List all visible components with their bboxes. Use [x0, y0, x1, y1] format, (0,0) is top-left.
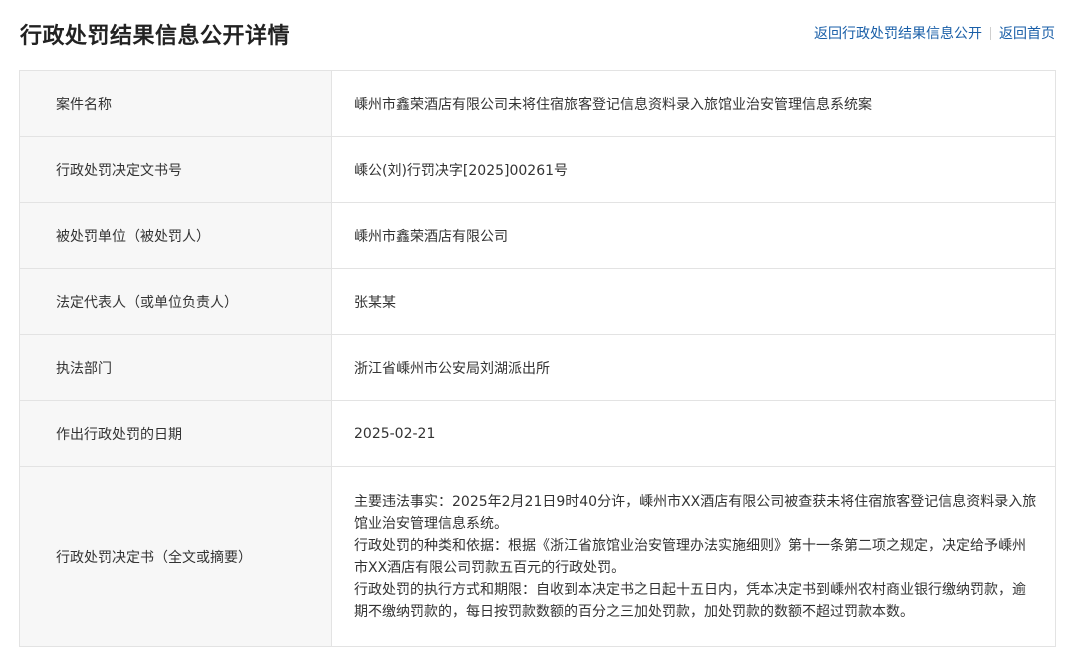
row-value: 张某某: [354, 294, 396, 311]
page-header: 行政处罚结果信息公开详情 返回行政处罚结果信息公开 返回首页: [0, 0, 1068, 66]
table-row-penalty-date: 作出行政处罚的日期 2025-02-21: [20, 401, 1055, 467]
row-label: 执法部门: [20, 335, 332, 400]
decision-paragraph-facts: 主要违法事实：2025年2月21日9时40分许，嵊州市XX酒店有限公司被查获未将…: [354, 494, 1037, 532]
decision-paragraph-basis: 行政处罚的种类和依据：根据《浙江省旅馆业治安管理办法实施细则》第十一条第二项之规…: [354, 538, 1026, 576]
decision-paragraph-execution: 行政处罚的执行方式和期限：自收到本决定书之日起十五日内，凭本决定书到嵊州农村商业…: [354, 582, 1026, 620]
row-value: 嵊州市鑫荣酒店有限公司未将住宿旅客登记信息资料录入旅馆业治安管理信息系统案: [354, 96, 872, 113]
table-row-enforcement-department: 执法部门 浙江省嵊州市公安局刘湖派出所: [20, 335, 1055, 401]
decision-text: 主要违法事实：2025年2月21日9时40分许，嵊州市XX酒店有限公司被查获未将…: [332, 467, 1055, 646]
table-row-case-name: 案件名称 嵊州市鑫荣酒店有限公司未将住宿旅客登记信息资料录入旅馆业治安管理信息系…: [20, 71, 1055, 137]
table-row-document-number: 行政处罚决定文书号 嵊公(刘)行罚决字[2025]00261号: [20, 137, 1055, 203]
back-to-list-link[interactable]: 返回行政处罚结果信息公开: [814, 23, 982, 43]
table-row-penalized-party: 被处罚单位（被处罚人） 嵊州市鑫荣酒店有限公司: [20, 203, 1055, 269]
table-row-penalty-decision: 行政处罚决定书（全文或摘要） 主要违法事实：2025年2月21日9时40分许，嵊…: [20, 467, 1055, 647]
row-value: 浙江省嵊州市公安局刘湖派出所: [354, 360, 550, 377]
row-label: 作出行政处罚的日期: [20, 401, 332, 466]
row-label: 法定代表人（或单位负责人）: [20, 269, 332, 334]
page-title: 行政处罚结果信息公开详情: [20, 24, 291, 49]
row-value: 嵊公(刘)行罚决字[2025]00261号: [354, 162, 569, 179]
back-to-home-link[interactable]: 返回首页: [999, 23, 1055, 43]
link-divider: [990, 26, 991, 40]
row-value: 2025-02-21: [354, 425, 436, 442]
row-label: 案件名称: [20, 71, 332, 136]
row-label: 行政处罚决定文书号: [20, 137, 332, 202]
row-label: 被处罚单位（被处罚人）: [20, 203, 332, 268]
row-label: 行政处罚决定书（全文或摘要）: [20, 467, 332, 646]
top-nav-links: 返回行政处罚结果信息公开 返回首页: [814, 23, 1055, 43]
detail-table: 案件名称 嵊州市鑫荣酒店有限公司未将住宿旅客登记信息资料录入旅馆业治安管理信息系…: [19, 70, 1056, 647]
row-value: 嵊州市鑫荣酒店有限公司: [354, 228, 508, 245]
table-row-legal-representative: 法定代表人（或单位负责人） 张某某: [20, 269, 1055, 335]
